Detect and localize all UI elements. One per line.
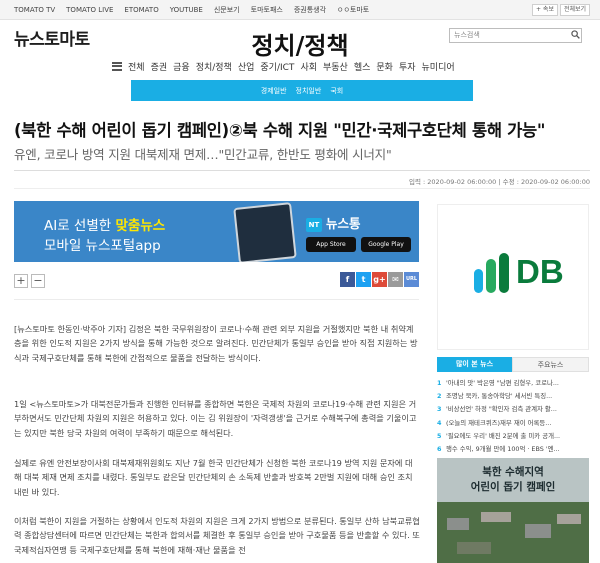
- nav-item-culture[interactable]: 문화: [376, 60, 393, 73]
- flood-relief-campaign-banner[interactable]: 북한 수해지역 어린이 돕기 캠페인: [437, 458, 589, 563]
- subnav-item-politics[interactable]: 정치일반: [296, 86, 322, 96]
- list-item[interactable]: 4 (오늘의 재테크퀴즈)재무 재이 어록등...: [437, 417, 589, 430]
- font-size-decrease-button[interactable]: −: [31, 274, 45, 288]
- list-item[interactable]: 3 '비상선언' 하정 "확인자 검측 관계자 활...: [437, 403, 589, 416]
- google-play-badge[interactable]: Google Play: [361, 237, 411, 252]
- nav-item-society[interactable]: 사회: [300, 60, 317, 73]
- nav-item-sme-ict[interactable]: 중기/ICT: [260, 60, 294, 73]
- edit-date: 수정 : 2020-09-02 06:00:00: [502, 178, 590, 186]
- divider: [14, 188, 590, 189]
- app-store-badge[interactable]: App Store: [306, 237, 356, 252]
- main-nav: 전체 증권 금융 정치/정책 산업 중기/ICT 사회 부동산 헬스 문화 투자…: [112, 59, 455, 73]
- twitter-icon[interactable]: t: [356, 272, 371, 287]
- article-paragraph: 실제로 유엔 안전보장이사회 대북제재위원회도 지난 7월 한국 민간단체가 신…: [14, 458, 413, 497]
- url-copy-icon[interactable]: URL: [404, 272, 419, 287]
- google-plus-icon[interactable]: g+: [372, 272, 387, 287]
- nav-item-stock[interactable]: 증권: [151, 60, 168, 73]
- search-icon[interactable]: [571, 30, 580, 39]
- list-item[interactable]: 2 조명남 북카, 통송아학당' 세서빈 특징...: [437, 390, 589, 403]
- banner-line-2: 모바일 뉴스포털app: [44, 238, 161, 254]
- list-item[interactable]: 5 '필요에도 우리' 배진 2분에 출 미카 공개...: [437, 430, 589, 443]
- campaign-title-line-2: 어린이 돕기 캠페인: [470, 481, 556, 493]
- top-utility-bar: TOMATO TV TOMATO LIVE ETOMATO YOUTUBE 신문…: [0, 0, 600, 20]
- subnav-item-economy[interactable]: 경제일반: [261, 86, 287, 96]
- mail-icon[interactable]: ✉: [388, 272, 403, 287]
- article-headline: (북한 수해 어린이 돕기 캠페인)②북 수해 지원 "민간·국제구호단체 통해…: [14, 121, 546, 140]
- article-paragraph: [뉴스토마토 한동인·박주아 기자] 김정은 북한 국무위원장이 코로나·수해 …: [14, 324, 418, 363]
- tab-most-viewed[interactable]: 많이 본 뉴스: [437, 357, 512, 372]
- nav-item-all[interactable]: 전체: [128, 60, 145, 73]
- newstong-brand: NT 뉴스통: [306, 213, 361, 232]
- utility-link-tomato-live[interactable]: TOMATO LIVE: [66, 6, 113, 14]
- utility-link-tomato-tv[interactable]: TOMATO TV: [14, 6, 55, 14]
- nav-item-industry[interactable]: 산업: [238, 60, 255, 73]
- utility-link-other[interactable]: ㅇㅇ토마토: [337, 5, 369, 15]
- article-dateline: 입력 : 2020-09-02 06:00:00 | 수정 : 2020-09-…: [409, 178, 590, 186]
- phone-image: [233, 202, 297, 262]
- list-item[interactable]: 6 행수 수익, 9개월 만에 100억 · EBS '엔...: [437, 443, 589, 456]
- db-logo-icon: [474, 253, 509, 293]
- subnav-item-assembly[interactable]: 국회: [330, 86, 343, 96]
- banner-line-1: AI로 선별한 맞춤뉴스: [44, 218, 166, 234]
- divider: [14, 170, 590, 171]
- utility-link-tomato-pass[interactable]: 토마토패스: [251, 5, 283, 15]
- article-paragraph: 1일 <뉴스토마토>가 대북전문가들과 진행한 인터뷰를 종합하면 북한은 국제…: [14, 399, 417, 438]
- article-paragraph: 이처럼 북한이 지원을 거절하는 상황에서 인도적 차원의 지원은 크게 2가지…: [14, 516, 420, 555]
- utility-links: TOMATO TV TOMATO LIVE ETOMATO YOUTUBE 신문…: [14, 0, 369, 20]
- nav-item-investment[interactable]: 투자: [399, 60, 416, 73]
- list-item[interactable]: 1 '아내의 맛' 박은영 "남편 김형우, 코로나...: [437, 377, 589, 390]
- utility-link-etomato[interactable]: ETOMATO: [124, 6, 158, 14]
- nav-item-politics[interactable]: 정치/정책: [196, 60, 232, 73]
- view-all-button[interactable]: 전체보기: [560, 4, 591, 16]
- nav-item-health[interactable]: 헬스: [354, 60, 371, 73]
- facebook-icon[interactable]: f: [340, 272, 355, 287]
- most-viewed-list: 1 '아내의 맛' 박은영 "남편 김형우, 코로나... 2 조명남 북카, 통송…: [437, 377, 589, 456]
- divider: [14, 299, 419, 300]
- font-size-increase-button[interactable]: +: [14, 274, 28, 288]
- breaking-news-button[interactable]: + 속보: [532, 4, 558, 16]
- campaign-title-line-1: 북한 수해지역: [482, 466, 544, 478]
- search-input[interactable]: 뉴스검색: [449, 28, 582, 43]
- db-advertisement[interactable]: DB: [437, 204, 589, 350]
- nav-item-finance[interactable]: 금융: [173, 60, 190, 73]
- nav-item-real-estate[interactable]: 부동산: [323, 60, 348, 73]
- nav-item-new-media[interactable]: 뉴미디어: [422, 60, 455, 73]
- sub-nav: 경제일반 정치일반 국회: [131, 80, 473, 101]
- utility-link-youtube[interactable]: YOUTUBE: [170, 6, 203, 14]
- article-subheadline: 유엔, 코로나 방역 지원 대북제재 면제…"민간교류, 한반도 평화에 시너지…: [14, 147, 392, 162]
- utility-link-stock[interactable]: 증권통생각: [294, 5, 326, 15]
- hamburger-menu-icon[interactable]: [112, 61, 122, 71]
- db-brand-name: DB: [516, 253, 564, 290]
- newstong-logo-icon: NT: [306, 218, 322, 232]
- tab-main-news[interactable]: 주요뉴스: [512, 357, 589, 372]
- input-date: 입력 : 2020-09-02 06:00:00: [409, 178, 497, 186]
- sidebar-tabs: 많이 본 뉴스 주요뉴스: [437, 357, 589, 372]
- newstong-app-banner[interactable]: AI로 선별한 맞춤뉴스 모바일 뉴스포털app NT 뉴스통 App Store…: [14, 201, 419, 262]
- utility-link-newspaper[interactable]: 신문보기: [214, 5, 240, 15]
